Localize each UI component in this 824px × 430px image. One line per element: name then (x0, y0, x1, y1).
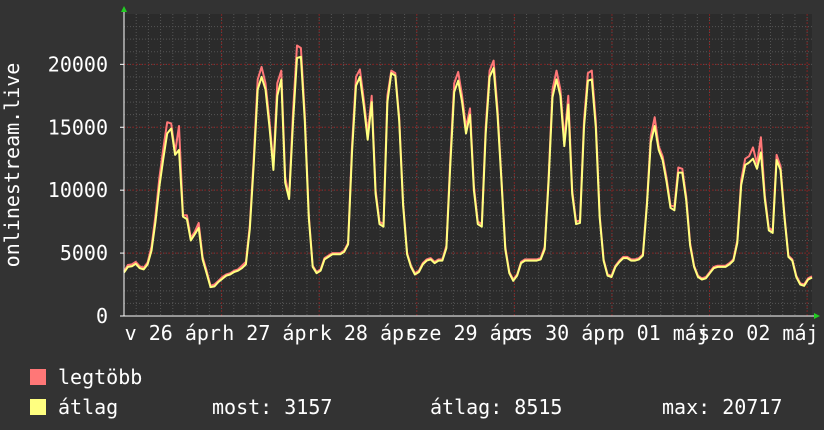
y-tick-label: 15000 (48, 115, 108, 139)
stat-max-value: 20717 (722, 395, 783, 419)
x-axis-labels: v 26 ápr h 27 ápr k 28 áprsze 29 áprcs 30 … (125, 321, 819, 345)
plot-area (124, 14, 812, 316)
stat-average: átlag: 8515 (430, 392, 562, 422)
legend-item-atlag: átlag (30, 392, 142, 422)
chart-canvas: 0 5000 10000 15000 20000 v 26 ápr h 27 ápr k 2… (0, 6, 820, 345)
y-axis-title: onlinestream.live (0, 63, 24, 268)
y-axis-arrow (121, 6, 127, 12)
stat-max: max: 20717 (662, 392, 782, 422)
grid-minor (124, 14, 812, 316)
x-tick-label: cs 30 ápr (509, 321, 617, 345)
stat-current-value: 3157 (284, 395, 333, 419)
stat-average-value: 8515 (514, 395, 563, 419)
legend: legtöbb átlag (30, 362, 142, 422)
x-axis-arrow (814, 313, 820, 319)
x-tick-label: k 28 ápr (320, 321, 416, 345)
legend-label: átlag (58, 395, 119, 419)
y-axis-labels: 0 5000 10000 15000 20000 (48, 52, 108, 328)
stat-average-label: átlag: (430, 395, 503, 419)
y-tick-label: 20000 (48, 52, 108, 76)
legend-label: legtöbb (58, 365, 143, 389)
x-tick-label: szo 02 máj (698, 321, 818, 345)
legend-swatch (30, 399, 46, 415)
stat-current-label: most: (212, 395, 273, 419)
stat-current: most: 3157 (212, 392, 332, 422)
y-tick-label: 10000 (48, 178, 108, 202)
stat-max-label: max: (662, 395, 711, 419)
legend-item-legtobb: legtöbb (30, 362, 142, 392)
x-tick-label: p 01 máj (613, 321, 709, 345)
x-tick-label: h 27 ápr (222, 321, 318, 345)
legend-swatch (30, 369, 46, 385)
y-tick-label: 0 (96, 304, 108, 328)
x-tick-label: sze 29 ápr (405, 321, 525, 345)
y-tick-label: 5000 (60, 241, 108, 265)
x-tick-label: v 26 ápr (125, 321, 221, 345)
